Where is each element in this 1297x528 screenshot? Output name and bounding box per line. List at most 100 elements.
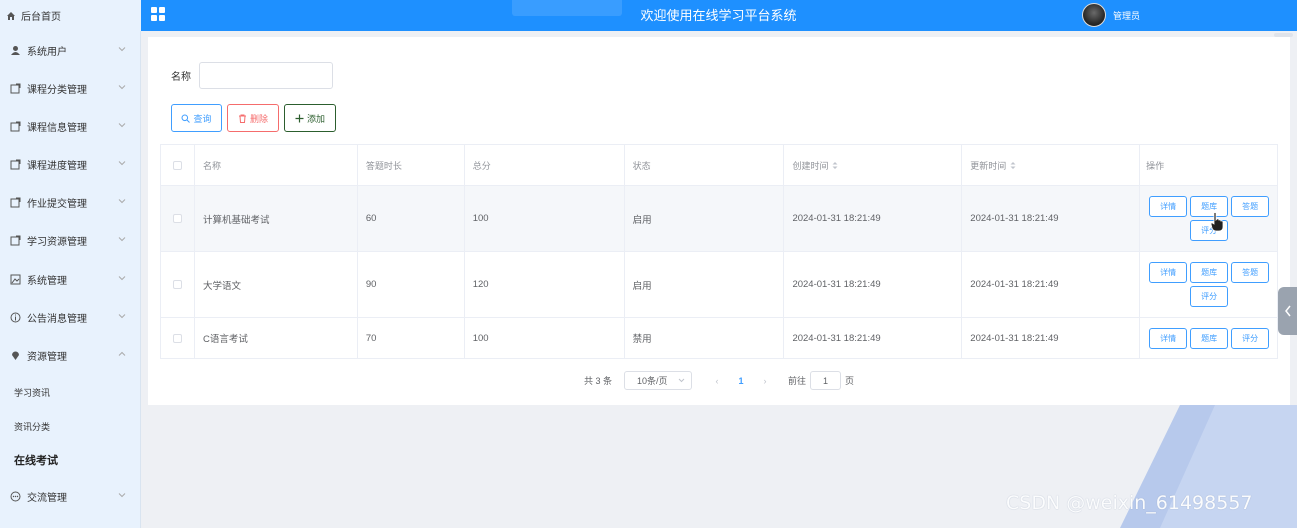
chevron-down-icon [118, 493, 126, 498]
cell-duration: 90 [358, 252, 465, 317]
column-header-sortable[interactable]: 更新时间 [962, 145, 1141, 185]
answer-button[interactable]: 答题 [1231, 196, 1270, 217]
cell-updated: 2024-01-31 18:21:49 [962, 318, 1141, 358]
chevron-down-icon [118, 47, 126, 52]
cell-created: 2024-01-31 18:21:49 [784, 252, 963, 317]
delete-label: 删除 [249, 113, 268, 124]
column-header: 操作 [1146, 160, 1165, 171]
page-number[interactable]: 1 [730, 376, 752, 386]
sidebar-item-announcements[interactable]: 公告消息管理 [0, 298, 141, 336]
details-button[interactable]: 详情 [1149, 262, 1188, 283]
edit-icon [10, 197, 21, 207]
sidebar-item-label: 系统管理 [27, 275, 67, 287]
page-size-value: 10条/页 [637, 376, 668, 386]
page-suffix: 页 [845, 376, 855, 386]
pagination: 共 3 条 10条/页 ‹ 1 › 前往 页 [584, 371, 854, 390]
cell-score: 100 [465, 318, 625, 358]
user-name: 管理员 [1113, 10, 1141, 21]
sidebar-item-course-info[interactable]: 课程信息管理 [0, 107, 141, 145]
exam-table: 名称 答题时长 总分 状态 创建时间 更新时间 操作 计算机基础考试 60 10… [160, 144, 1278, 359]
picture-icon [10, 274, 21, 284]
sort-icon[interactable] [832, 161, 838, 170]
location-icon [12, 351, 19, 360]
chevron-down-icon [118, 276, 126, 281]
user-menu[interactable]: 管理员 [1082, 2, 1140, 28]
cell-created: 2024-01-31 18:21:49 [784, 186, 963, 251]
sidebar: 系统用户 课程分类管理 课程信息管理 课程进度管理 作业提交管理 学习资源管理 … [0, 31, 141, 528]
cell-updated: 2024-01-31 18:21:49 [962, 252, 1141, 317]
sidebar-item-label: 课程信息管理 [27, 122, 87, 134]
grade-button[interactable]: 评分 [1190, 286, 1229, 307]
sidebar-item-homework[interactable]: 作业提交管理 [0, 183, 141, 221]
cell-score: 100 [465, 186, 625, 251]
delete-button[interactable]: 删除 [227, 104, 279, 132]
prev-page-button[interactable]: ‹ [710, 376, 724, 386]
search-input[interactable] [199, 62, 333, 89]
goto-page-input[interactable] [810, 371, 842, 390]
top-bar: 后台首页 欢迎使用在线学习平台系统 管理员 [0, 0, 1297, 31]
sidebar-item-system-users[interactable]: 系统用户 [0, 31, 141, 69]
cell-status: 禁用 [625, 318, 785, 358]
cell-score: 120 [465, 252, 625, 317]
edit-icon [10, 83, 21, 93]
sidebar-item-communication[interactable]: 交流管理 [0, 477, 141, 515]
next-page-button[interactable]: › [758, 376, 772, 386]
row-checkbox[interactable] [172, 280, 182, 289]
trash-icon [238, 114, 246, 123]
column-header-sortable[interactable]: 创建时间 [784, 145, 963, 185]
sidebar-item-system-management[interactable]: 系统管理 [0, 260, 141, 298]
search-icon [181, 114, 191, 123]
column-header: 答题时长 [358, 145, 465, 185]
sidebar-item-label: 作业提交管理 [27, 198, 87, 210]
add-button[interactable]: 添加 [284, 104, 336, 132]
sidebar-item-resource-management[interactable]: 资源管理 [0, 336, 141, 374]
table-row[interactable]: C语言考试 70 100 禁用 2024-01-31 18:21:49 2024… [161, 318, 1277, 358]
row-actions: 详情 题库 评分 [1146, 327, 1272, 349]
sidebar-subitem-news[interactable]: 学习资讯 [0, 375, 141, 409]
chevron-down-icon [118, 85, 126, 90]
table-row[interactable]: 大学语文 90 120 启用 2024-01-31 18:21:49 2024-… [161, 252, 1277, 318]
watermark: CSDN @weixin_61498557 [1006, 492, 1253, 514]
sidebar-item-label: 交流管理 [27, 492, 67, 504]
chat-icon [10, 491, 21, 501]
question-bank-button[interactable]: 题库 [1190, 327, 1229, 349]
sidebar-item-learning-resources[interactable]: 学习资源管理 [0, 221, 141, 259]
chevron-left-icon [1284, 305, 1291, 317]
select-all-checkbox[interactable] [172, 160, 182, 170]
chevron-down-icon [118, 123, 126, 128]
cell-duration: 70 [358, 318, 465, 358]
row-checkbox[interactable] [172, 333, 182, 343]
question-bank-button[interactable]: 题库 [1190, 262, 1229, 283]
column-header: 名称 [195, 145, 358, 185]
row-checkbox[interactable] [172, 214, 182, 223]
answer-button[interactable]: 答题 [1231, 262, 1270, 283]
sidebar-item-label: 课程分类管理 [27, 84, 87, 96]
info-icon [10, 312, 21, 322]
sort-icon[interactable] [1010, 161, 1016, 170]
sidebar-item-label: 系统用户 [27, 46, 67, 58]
edit-icon [10, 121, 21, 131]
details-button[interactable]: 详情 [1149, 327, 1188, 349]
row-actions: 详情 题库 答题 评分 [1146, 262, 1272, 307]
details-button[interactable]: 详情 [1149, 196, 1188, 217]
search-label: 名称 [171, 72, 191, 83]
query-button[interactable]: 查询 [171, 104, 222, 132]
sidebar-item-course-progress[interactable]: 课程进度管理 [0, 145, 141, 183]
user-icon [11, 45, 20, 55]
side-collapse-handle[interactable] [1278, 287, 1297, 335]
cell-duration: 60 [358, 186, 465, 251]
sidebar-subitem-online-exam[interactable]: 在线考试 [0, 443, 141, 477]
sidebar-subitem-news-category[interactable]: 资讯分类 [0, 409, 141, 443]
sidebar-item-course-category[interactable]: 课程分类管理 [0, 69, 141, 107]
cell-created: 2024-01-31 18:21:49 [784, 318, 963, 358]
edit-icon [10, 235, 21, 245]
grade-button[interactable]: 评分 [1231, 327, 1270, 349]
column-header: 状态 [625, 145, 785, 185]
sidebar-item-label: 学习资源管理 [27, 236, 87, 248]
page-size-select[interactable]: 10条/页 [624, 371, 693, 390]
cell-name: C语言考试 [195, 318, 358, 358]
table-row[interactable]: 计算机基础考试 60 100 启用 2024-01-31 18:21:49 20… [161, 186, 1277, 252]
column-header-label: 更新时间 [970, 160, 1007, 171]
cell-status: 启用 [625, 252, 785, 317]
column-header: 总分 [465, 145, 625, 185]
